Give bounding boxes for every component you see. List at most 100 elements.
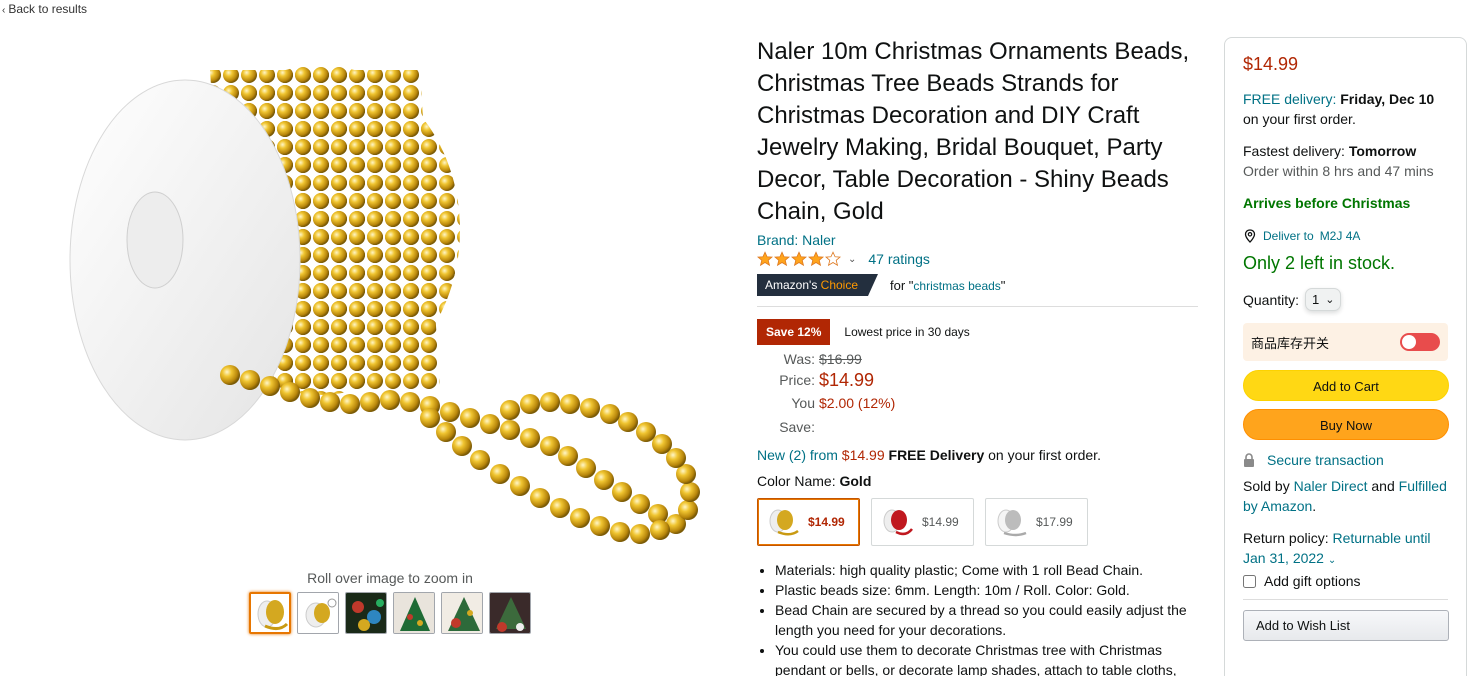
free-delivery-info: FREE delivery: Friday, Dec 10 on your fi… [1243,89,1448,129]
gift-checkbox[interactable] [1243,574,1256,588]
thumbnail-5[interactable] [441,592,483,634]
choice-suffix: Choice [820,278,859,292]
quantity-row: Quantity: 1 ⌄ [1243,288,1448,311]
sold-by-info: Sold by Naler Direct and Fulfilled by Am… [1243,476,1448,516]
quantity-value: 1 [1312,292,1320,307]
free-delivery-tail: on your first order. [1243,111,1356,127]
thumbnail-2[interactable] [297,592,339,634]
color-name-row: Color Name: Gold [757,473,1201,489]
stock-toggle-switch[interactable] [1400,333,1440,351]
color-label: Color Name: [757,473,836,489]
main-product-image[interactable] [60,30,720,570]
choice-for-prefix: for " [890,277,914,293]
fastest-label: Fastest delivery: [1243,143,1345,159]
quantity-label: Quantity: [1243,291,1300,308]
choice-prefix: Amazon's [765,278,818,292]
thumbnail-image [251,594,289,632]
swatch-price: $14.99 [922,515,959,529]
was-label: Was: [783,351,815,367]
ratings-count-link[interactable]: 47 ratings [868,251,929,267]
divider [1243,599,1448,600]
amazons-choice-badge[interactable]: Amazon's Choice [757,274,879,296]
feature-bullet: Materials: high quality plastic; Come wi… [775,560,1201,580]
fastest-delivery-info: Fastest delivery: Tomorrow [1243,141,1448,161]
feature-bullets: Materials: high quality plastic; Come wi… [757,560,1201,676]
was-price: $16.99 [819,351,862,367]
choice-for-text: for "christmas beads" [890,278,1005,293]
toggle-knob [1402,335,1416,349]
zoom-hint: Roll over image to zoom in [307,570,473,586]
red-swatch-image [883,509,913,536]
secure-transaction-link[interactable]: Secure transaction [1243,452,1448,468]
new-offers-row: New (2) from $14.99 FREE Delivery on you… [757,447,1201,463]
thumbnail-4[interactable] [393,592,435,634]
postcode: M2J 4A [1319,229,1361,243]
star-icon [774,251,790,267]
thumbnail-image [442,593,482,633]
thumbnail-1[interactable] [249,592,291,634]
return-policy: Return policy: Returnable until Jan 31, … [1243,528,1448,571]
sold-by-label: Sold by [1243,478,1290,494]
star-icon [757,251,773,267]
choice-for-close: " [1000,277,1006,293]
thumbnail-6[interactable] [489,592,531,634]
color-swatches: $14.99 $14.99 $17.99 [757,498,1201,546]
price-table: Was: $16.99 Price: $14.99 You Save: $2.0… [757,349,1201,439]
feature-bullet: You could use them to decorate Christmas… [775,640,1201,676]
thumbnail-image [394,593,434,633]
free-delivery-date: Friday, Dec 10 [1340,91,1435,107]
chevron-down-icon[interactable]: ⌄ [1328,555,1336,566]
rating-row: ⌄ 47 ratings [757,249,1201,269]
gold-swatch-image [769,509,799,536]
feature-bullet: Plastic beads size: 6mm. Length: 10m / R… [775,580,1201,600]
lowest-price-note: Lowest price in 30 days [844,325,970,339]
price-label: Price: [779,372,815,388]
deliver-to-link[interactable]: Deliver to M2J 4A [1243,229,1448,243]
chevron-down-icon[interactable]: ⌄ [848,254,856,265]
stock-toggle-label: 商品库存开关 [1251,335,1330,351]
swatch-price: $17.99 [1036,515,1073,529]
free-delivery-label[interactable]: FREE delivery: [1243,91,1336,107]
you-save-label: You Save: [779,395,815,435]
stock-toggle-panel: 商品库存开关 [1243,323,1448,361]
thumbnail-image [298,593,338,633]
add-to-wish-list-button[interactable]: Add to Wish List [1243,610,1449,641]
seller-link[interactable]: Naler Direct [1294,478,1368,494]
product-title: Naler 10m Christmas Ornaments Beads, Chr… [757,38,1190,225]
deliver-to-label: Deliver to [1263,229,1314,243]
current-price: $14.99 [819,370,875,390]
product-info: Naler 10m Christmas Ornaments Beads, Chr… [757,36,1201,676]
feature-bullet: Bead Chain are secured by a thread so yo… [775,600,1201,640]
quantity-select[interactable]: 1 ⌄ [1305,288,1342,311]
choice-keyword-link[interactable]: christmas beads [913,279,1000,293]
lock-icon [1244,453,1254,467]
brand-link[interactable]: Brand: Naler [757,232,1201,248]
back-to-results-link[interactable]: ‹ Back to results [2,2,87,16]
swatch-red[interactable]: $14.99 [871,498,974,546]
period: . [1312,498,1317,514]
silver-swatch-image [997,509,1027,537]
new-offers-link[interactable]: New (2) from [757,447,838,463]
bead-spool-illustration [69,65,700,544]
new-offers-tail: on your first order. [988,447,1101,463]
stock-status: Only 2 left in stock. [1243,253,1396,273]
back-label: Back to results [8,2,88,16]
secure-label: Secure transaction [1267,452,1384,468]
arrives-before-christmas: Arrives before Christmas [1243,195,1411,211]
thumbnail-3[interactable] [345,592,387,634]
buy-box: $14.99 FREE delivery: Friday, Dec 10 on … [1224,37,1467,676]
you-save-value: $2.00 (12%) [819,395,896,411]
thumbnail-image [490,593,530,633]
star-icon [791,251,807,267]
order-within: Order within 8 hrs and 47 mins [1243,163,1434,179]
buy-now-button[interactable]: Buy Now [1243,409,1449,440]
save-badge: Save 12% [757,319,831,345]
add-to-cart-button[interactable]: Add to Cart [1243,370,1449,401]
swatch-gold[interactable]: $14.99 [757,498,860,546]
swatch-silver[interactable]: $17.99 [985,498,1088,546]
new-offers-price: $14.99 [841,447,885,463]
chevron-down-icon: ⌄ [1325,294,1335,306]
gift-options[interactable]: Add gift options [1243,573,1448,589]
star-rating[interactable] [757,251,842,267]
deal-row: Save 12% Lowest price in 30 days [757,319,1201,345]
